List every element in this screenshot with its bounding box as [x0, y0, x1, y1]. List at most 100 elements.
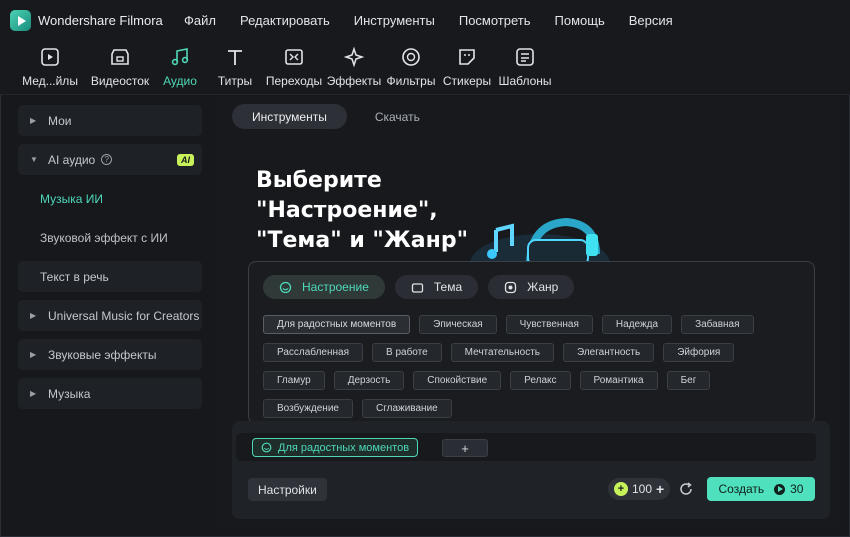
- mood-chip[interactable]: Забавная: [681, 315, 754, 334]
- tool-label: Фильтры: [386, 74, 436, 88]
- instruction-headline: Выберите "Настроение", "Тема" и "Жанр": [256, 166, 468, 256]
- mood-chip[interactable]: Гламур: [263, 371, 325, 390]
- titles-icon: [228, 50, 242, 65]
- ai-badge: AI: [177, 153, 194, 166]
- category-tabs: Настроение Тема Жанр: [263, 275, 584, 299]
- media-toolbar: Мед...йлы Видеосток Аудио Титры Переходы…: [0, 40, 850, 95]
- menu-file[interactable]: Файл: [184, 13, 216, 28]
- sidebar-item-label: AI аудио: [48, 152, 96, 167]
- sidebar-item-mine[interactable]: ▶ Мои: [18, 105, 202, 136]
- tool-label: Мед...йлы: [22, 74, 78, 88]
- transitions-icon: [285, 49, 303, 65]
- chevron-right-icon: ▶: [30, 311, 37, 320]
- menu-help[interactable]: Помощь: [555, 13, 605, 28]
- theme-icon: [411, 282, 424, 293]
- templates-icon: [516, 48, 534, 66]
- tool-media[interactable]: Мед...йлы: [15, 46, 85, 88]
- tag-label: Для радостных моментов: [278, 441, 410, 454]
- mood-chip[interactable]: Элегантность: [562, 343, 655, 362]
- chip-row: Гламур Дерзость Спокойствие Релакс Роман…: [263, 371, 803, 390]
- sidebar-item-label: Звуковые эффекты: [48, 347, 157, 362]
- mood-chip[interactable]: Мечтательность: [450, 343, 554, 362]
- category-theme[interactable]: Тема: [394, 275, 479, 299]
- credits-coin-icon: +: [614, 482, 628, 496]
- help-icon[interactable]: ?: [101, 154, 113, 165]
- category-label: Настроение: [302, 280, 369, 294]
- refresh-icon[interactable]: [678, 481, 694, 497]
- style-selector-panel: Настроение Тема Жанр Для радостных момен…: [248, 261, 815, 424]
- tab-bar: Инструменты Скачать: [232, 104, 440, 129]
- mood-chip[interactable]: Бег: [666, 371, 711, 390]
- tool-label: Эффекты: [326, 74, 382, 88]
- tab-download[interactable]: Скачать: [355, 104, 440, 129]
- mood-chip[interactable]: Эпическая: [419, 315, 497, 334]
- stickers-icon: [459, 49, 475, 65]
- sidebar-item-music[interactable]: ▶ Музыка: [18, 378, 202, 409]
- ai-music-panel: Инструменты Скачать Выберите "Настроение…: [218, 98, 840, 530]
- category-mood[interactable]: Настроение: [263, 275, 385, 299]
- mood-chip[interactable]: Эйфория: [663, 343, 735, 362]
- headphones-illustration: [470, 217, 610, 266]
- mood-chip[interactable]: Дерзость: [333, 371, 405, 390]
- sidebar-item-universal[interactable]: ▶ Universal Music for Creators: [18, 300, 202, 331]
- mood-chip[interactable]: Для радостных моментов: [263, 315, 411, 334]
- sidebar-item-sound-effects[interactable]: ▶ Звуковые эффекты: [18, 339, 202, 370]
- sidebar-item-tts[interactable]: Текст в речь: [18, 261, 202, 292]
- mood-chip[interactable]: Возбуждение: [263, 399, 353, 418]
- menu-view[interactable]: Посмотреть: [459, 13, 531, 28]
- add-credits-icon[interactable]: +: [656, 481, 664, 497]
- chevron-right-icon: ▶: [30, 116, 37, 125]
- menu-bar: Файл Редактировать Инструменты Посмотрет…: [172, 0, 685, 40]
- selected-mood-tag[interactable]: Для радостных моментов: [252, 438, 419, 457]
- mood-chip[interactable]: Надежда: [601, 315, 673, 334]
- tool-label: Шаблоны: [498, 74, 552, 88]
- chip-row: Расслабленная В работе Мечтательность Эл…: [263, 343, 803, 362]
- title-bar: Wondershare Filmora Файл Редактировать И…: [0, 0, 850, 40]
- mood-chip[interactable]: Расслабленная: [263, 343, 363, 362]
- sidebar-item-ai-audio[interactable]: ▼ AI аудио ? AI: [18, 144, 202, 175]
- media-icon: [41, 48, 59, 66]
- genre-icon: [504, 281, 517, 293]
- tab-tools[interactable]: Инструменты: [232, 104, 347, 129]
- mood-chip[interactable]: В работе: [372, 343, 442, 362]
- menu-edit[interactable]: Редактировать: [240, 13, 330, 28]
- sidebar-item-label: Музыка: [48, 386, 91, 401]
- settings-button[interactable]: Настройки: [248, 478, 327, 501]
- credits-counter[interactable]: + 100 +: [608, 478, 671, 500]
- filmora-logo-icon: [10, 10, 31, 31]
- mood-chip[interactable]: Спокойствие: [413, 371, 502, 390]
- mood-chip[interactable]: Сглаживание: [361, 399, 452, 418]
- tool-label: Титры: [217, 74, 253, 88]
- mood-chip[interactable]: Романтика: [579, 371, 658, 390]
- filters-icon: [402, 48, 420, 66]
- tool-label: Переходы: [265, 74, 323, 88]
- headline-line: "Настроение",: [256, 198, 438, 223]
- mood-icon: [279, 281, 292, 293]
- credit-play-icon: [774, 483, 786, 495]
- sidebar-item-label: Текст в речь: [40, 269, 109, 284]
- create-cost: 30: [790, 482, 804, 496]
- create-button[interactable]: Создать 30: [707, 477, 815, 501]
- menu-tools[interactable]: Инструменты: [354, 13, 435, 28]
- menu-version[interactable]: Версия: [629, 13, 673, 28]
- mood-chip[interactable]: Чувственная: [505, 315, 593, 334]
- chevron-down-icon: ▼: [30, 155, 38, 164]
- tool-label: Аудио: [163, 74, 197, 88]
- chip-row: Возбуждение Сглаживание: [263, 399, 803, 418]
- sidebar-item-ai-sfx[interactable]: Звуковой эффект с ИИ: [18, 222, 202, 253]
- sidebar-item-label: Universal Music for Creators: [48, 308, 200, 323]
- category-genre[interactable]: Жанр: [488, 275, 575, 299]
- mood-chip[interactable]: Релакс: [510, 371, 571, 390]
- sidebar-item-label: Мои: [48, 113, 72, 128]
- sidebar-item-ai-music[interactable]: Музыка ИИ: [18, 183, 202, 214]
- stock-video-icon: [111, 49, 129, 65]
- audio-sidebar: ▶ Мои ▼ AI аудио ? AI Музыка ИИ Звуковой…: [10, 98, 210, 530]
- app-title: Wondershare Filmora: [38, 13, 163, 28]
- tool-templates[interactable]: Шаблоны: [490, 46, 560, 88]
- add-tag-button[interactable]: +: [442, 439, 488, 457]
- category-label: Жанр: [527, 280, 559, 294]
- create-label: Создать: [718, 482, 765, 496]
- chevron-right-icon: ▶: [30, 350, 37, 359]
- mood-chip-list: Для радостных моментов Эпическая Чувстве…: [263, 315, 803, 427]
- headline-line: "Тема" и "Жанр": [256, 228, 469, 253]
